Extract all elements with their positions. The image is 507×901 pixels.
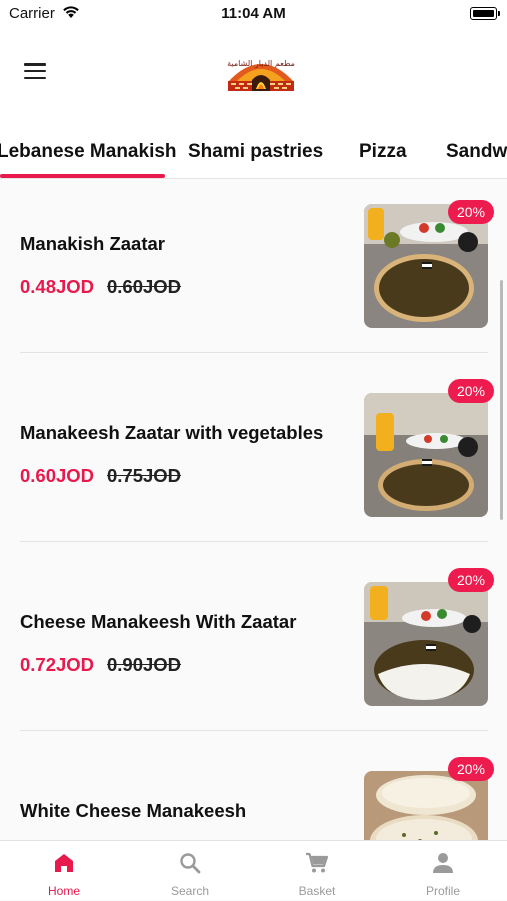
product-price: 0.60JOD [20, 465, 95, 486]
divider [20, 730, 488, 731]
nav-profile[interactable]: Profile [380, 841, 506, 901]
product-price: 0.48JOD [20, 276, 95, 297]
product-list[interactable]: Manakish Zaatar 0.48JOD 0.60JOD 20% Mana… [0, 179, 507, 840]
divider [20, 352, 488, 353]
scrollbar[interactable] [500, 280, 503, 520]
product-name: Manakeesh Zaatar with vegetables [20, 422, 324, 443]
tab-sandwiches[interactable]: Sandwi [446, 141, 507, 163]
discount-badge: 20% [448, 568, 494, 592]
discount-badge: 20% [448, 200, 494, 224]
battery-icon [470, 7, 500, 20]
nav-search[interactable]: Search [127, 841, 253, 901]
nav-label: Search [170, 884, 210, 898]
restaurant-logo: مطعم الديار الشامية [227, 59, 295, 91]
bottom-navigation: Home Search Basket Profile [0, 840, 507, 900]
home-icon [55, 854, 73, 872]
product-image[interactable] [364, 393, 488, 517]
product-old-price: 0.90JOD [107, 654, 182, 675]
product-image[interactable] [364, 582, 488, 706]
app-header: مطعم الديار الشامية [0, 28, 507, 122]
nav-basket[interactable]: Basket [254, 841, 380, 901]
status-time: 11:04 AM [221, 5, 286, 22]
discount-badge: 20% [448, 379, 494, 403]
tab-shami-pastries[interactable]: Shami pastries [188, 141, 323, 163]
product-name: White Cheese Manakeesh [20, 800, 247, 821]
category-tabs: Lebanese Manakish Shami pastries Pizza S… [0, 122, 507, 179]
cart-icon [306, 852, 329, 873]
product-old-price: 0.75JOD [107, 465, 182, 486]
logo-text: مطعم الديار الشامية [227, 59, 295, 68]
list-item[interactable]: White Cheese Manakeesh 20% [0, 736, 507, 840]
divider [20, 541, 488, 542]
tab-lebanese-manakish[interactable]: Lebanese Manakish [0, 141, 177, 163]
nav-label: Profile [425, 884, 460, 898]
active-tab-indicator [0, 174, 165, 178]
list-item[interactable]: Manakish Zaatar 0.48JOD 0.60JOD 20% [0, 179, 507, 358]
product-price: 0.72JOD [20, 654, 95, 675]
nav-home[interactable]: Home [1, 841, 127, 901]
discount-badge: 20% [448, 757, 494, 781]
menu-icon[interactable] [24, 63, 46, 80]
list-item[interactable]: Manakeesh Zaatar with vegetables 0.60JOD… [0, 358, 507, 547]
product-old-price: 0.60JOD [107, 276, 182, 297]
person-icon [433, 853, 453, 873]
nav-label: Basket [298, 884, 336, 898]
tab-pizza[interactable]: Pizza [359, 141, 407, 163]
product-name: Manakish Zaatar [20, 233, 165, 254]
search-icon [180, 853, 201, 874]
nav-label: Home [47, 884, 80, 898]
product-image[interactable] [364, 771, 488, 840]
list-item[interactable]: Cheese Manakeesh With Zaatar 0.72JOD 0.9… [0, 547, 507, 736]
status-bar: Carrier 11:04 AM [0, 0, 507, 28]
product-name: Cheese Manakeesh With Zaatar [20, 611, 297, 632]
